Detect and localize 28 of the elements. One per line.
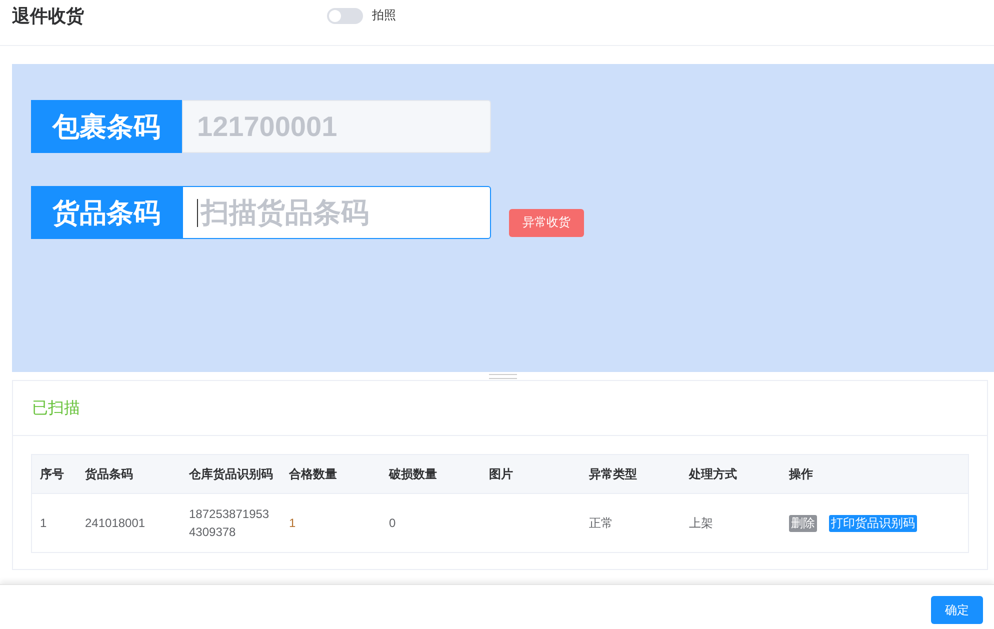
table-cell-text: 241018001 bbox=[85, 516, 146, 530]
table-cell-text: 1 bbox=[40, 516, 48, 530]
column-header: 图片 bbox=[489, 466, 514, 482]
confirm-button[interactable]: 确定 bbox=[931, 596, 983, 624]
card-title: 已扫描 bbox=[13, 381, 987, 436]
column-header: 序号 bbox=[40, 466, 65, 482]
resize-handle[interactable] bbox=[489, 374, 517, 378]
column-header: 仓库货品识别码 bbox=[189, 466, 274, 482]
column-header: 处理方式 bbox=[689, 466, 738, 482]
table-cell-text: 1 bbox=[289, 516, 297, 530]
photo-toggle[interactable] bbox=[327, 8, 363, 24]
column-header: 货品条码 bbox=[85, 466, 134, 482]
column-header: 异常类型 bbox=[589, 466, 638, 482]
table-cell-text: 0 bbox=[389, 516, 397, 530]
photo-label: 拍照 bbox=[372, 7, 396, 24]
page-title: 退件收货 bbox=[12, 4, 85, 28]
field-label: 货品条码 bbox=[31, 186, 182, 239]
table-cell-text: 正常 bbox=[589, 514, 614, 532]
table-cell-text: 上架 bbox=[689, 514, 714, 532]
table-cell-text: 1872538719534309378 bbox=[189, 506, 270, 541]
column-header: 破损数量 bbox=[389, 466, 438, 482]
column-header: 操作 bbox=[789, 466, 814, 482]
column-header: 合格数量 bbox=[289, 466, 338, 482]
exception-receive-button[interactable]: 异常收货 bbox=[509, 208, 584, 236]
barcode-field[interactable]: 扫描货品条码 bbox=[182, 186, 491, 239]
field-label: 包裹条码 bbox=[31, 100, 182, 153]
print-button[interactable]: 打印货品识别码 bbox=[829, 514, 917, 532]
delete-button[interactable]: 删除 bbox=[789, 514, 817, 532]
